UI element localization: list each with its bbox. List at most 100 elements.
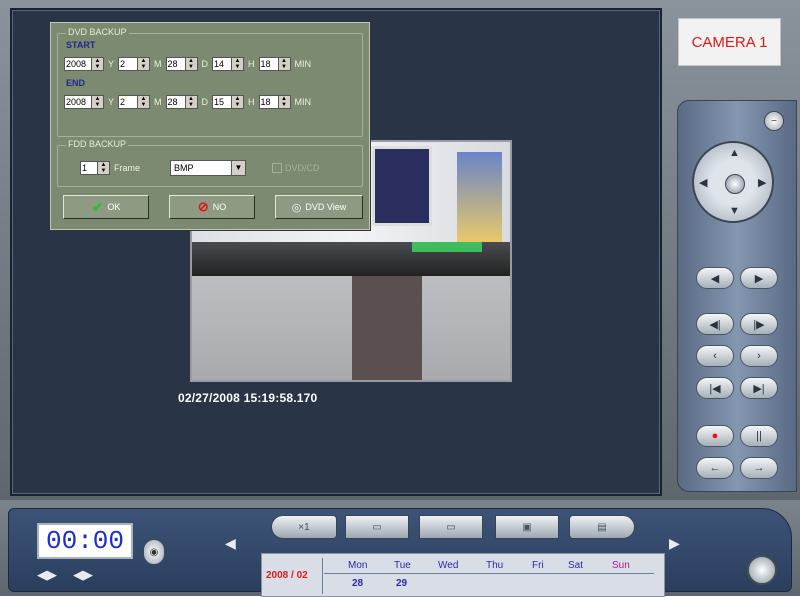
start-year-field[interactable]: 2008: [64, 57, 92, 71]
clock-hour-down-icon[interactable]: ◀▶: [37, 567, 57, 583]
calendar-header-sat: Sat: [568, 560, 584, 571]
print-button[interactable]: ▤: [569, 515, 635, 539]
hour-unit: H: [248, 97, 255, 107]
ptz-center-icon[interactable]: [725, 174, 745, 194]
step-forward-icon: |▶: [753, 318, 765, 331]
split-view-button[interactable]: ▭: [419, 515, 483, 539]
dvd-view-button[interactable]: ◎ DVD View: [275, 195, 363, 219]
end-year-spinner[interactable]: ▲ ▼: [92, 95, 104, 109]
calendar-day[interactable]: 28: [352, 578, 363, 589]
record-button[interactable]: ●: [696, 425, 734, 447]
start-year-spinner[interactable]: ▲ ▼: [92, 57, 104, 71]
disc-icon: ◎: [291, 201, 302, 214]
pause-icon: ||: [756, 430, 762, 442]
feed-window: [372, 146, 432, 226]
video-timestamp: 02/27/2008 15:19:58.170: [178, 391, 318, 405]
next-page-icon[interactable]: ▶: [669, 535, 680, 552]
feed-poster: [457, 152, 502, 242]
end-day-spinner[interactable]: ▲ ▼: [185, 95, 198, 109]
end-hour-field[interactable]: 15: [212, 95, 233, 109]
bottom-bar: 00:00 ◀▶ ◀▶ ◉ ◀ ×1 ▭ ▭ ▣ ▤ ▶ 2008 / 02 M…: [0, 500, 800, 597]
skip-end-button[interactable]: ▶|: [740, 377, 778, 399]
start-month-field[interactable]: 2: [118, 57, 139, 71]
play-button[interactable]: ▶: [740, 267, 778, 289]
jog-dial-icon[interactable]: [747, 555, 777, 585]
calendar-header-mon: Mon: [348, 560, 368, 571]
copy-button[interactable]: ▣: [495, 515, 559, 539]
step-back-icon: ◀|: [709, 318, 721, 331]
calendar-header-tue: Tue: [394, 560, 411, 571]
record-icon: ●: [711, 430, 719, 442]
year-unit: Y: [108, 59, 115, 69]
slow-back-button[interactable]: ‹: [696, 345, 734, 367]
slow-back-icon: ‹: [713, 350, 717, 362]
speed-label: ×1: [298, 521, 310, 533]
knob-icon[interactable]: ◉: [143, 539, 165, 565]
day-unit: D: [201, 97, 209, 107]
format-value: BMP: [170, 160, 232, 176]
ptz-dpad[interactable]: ▲ ▼ ◀ ▶: [692, 141, 774, 223]
start-day-spinner[interactable]: ▲ ▼: [185, 57, 198, 71]
calendar: 2008 / 02 Mon Tue Wed Thu Fri Sat Sun 28…: [261, 553, 665, 597]
calendar-header-line: [324, 573, 654, 574]
play-icon: ▶: [754, 272, 764, 285]
step-forward-button[interactable]: |▶: [740, 313, 778, 335]
frame-count-spinner[interactable]: ▲ ▼: [98, 161, 110, 175]
start-label: START: [66, 40, 96, 50]
end-day-field[interactable]: 28: [165, 95, 186, 109]
end-minute-field[interactable]: 18: [258, 95, 279, 109]
minus-icon[interactable]: −: [764, 111, 784, 131]
rewind-button[interactable]: ◀: [696, 267, 734, 289]
end-minute-spinner[interactable]: ▲ ▼: [278, 95, 291, 109]
start-minute-spinner[interactable]: ▲ ▼: [278, 57, 291, 71]
frame-count-row: 1 ▲ ▼ Frame: [80, 160, 144, 176]
end-hour-spinner[interactable]: ▲ ▼: [232, 95, 245, 109]
skip-end-icon: ▶|: [753, 382, 765, 395]
previous-page-icon[interactable]: ◀: [225, 535, 236, 552]
no-label: NO: [212, 202, 227, 212]
arrow-up-icon[interactable]: ▲: [729, 147, 740, 159]
single-view-button[interactable]: ▭: [345, 515, 409, 539]
split-view-icon: ▭: [446, 521, 456, 533]
feed-cabinet: [352, 276, 422, 380]
skip-start-button[interactable]: |◀: [696, 377, 734, 399]
dvd-cd-checkbox[interactable]: DVD/CD: [272, 163, 320, 173]
end-month-spinner[interactable]: ▲ ▼: [138, 95, 151, 109]
dvd-cd-label: DVD/CD: [285, 163, 320, 173]
start-hour-spinner[interactable]: ▲ ▼: [232, 57, 245, 71]
check-icon: ✔: [91, 198, 104, 215]
ok-button[interactable]: ✔ OK: [63, 195, 149, 219]
feed-light: [412, 242, 482, 252]
dvr-app: 02/27/2008 15:19:58.170 DVD BACKUP START…: [0, 0, 800, 597]
frame-count-field[interactable]: 1: [80, 161, 98, 175]
day-unit: D: [201, 59, 209, 69]
top-frame: 02/27/2008 15:19:58.170 DVD BACKUP START…: [0, 0, 800, 500]
feed-floor: [192, 276, 510, 380]
clock-minute-down-icon[interactable]: ◀▶: [73, 567, 93, 583]
arrow-right-icon[interactable]: ▶: [758, 176, 766, 189]
slow-forward-button[interactable]: ›: [740, 345, 778, 367]
chevron-down-icon[interactable]: ▼: [232, 160, 246, 176]
arrow-down-icon[interactable]: ▼: [729, 205, 740, 217]
speed-button[interactable]: ×1: [271, 515, 337, 539]
previous-button[interactable]: ←: [696, 457, 734, 479]
start-hour-field[interactable]: 14: [212, 57, 233, 71]
end-row: 2008 ▲ ▼ Y 2 ▲ ▼ M 28 ▲ ▼ D 15 ▲ ▼ H 18 ▲ ▼ MIN: [64, 94, 315, 110]
arrow-left-icon[interactable]: ◀: [699, 176, 707, 189]
calendar-header-sun: Sun: [612, 560, 630, 571]
start-month-spinner[interactable]: ▲ ▼: [138, 57, 151, 71]
start-minute-field[interactable]: 18: [258, 57, 279, 71]
calendar-day[interactable]: 29: [396, 578, 407, 589]
pause-button[interactable]: ||: [740, 425, 778, 447]
control-panel: − ▲ ▼ ◀ ▶ ◀ ▶ ◀| |▶ ‹ › |◀ ▶| ● || ← →: [677, 100, 797, 492]
arrow-left-icon: ←: [709, 462, 721, 474]
next-button[interactable]: →: [740, 457, 778, 479]
end-label: END: [66, 78, 86, 88]
end-month-field[interactable]: 2: [118, 95, 139, 109]
no-button[interactable]: ⊘ NO: [169, 195, 255, 219]
start-day-field[interactable]: 28: [165, 57, 186, 71]
format-select[interactable]: BMP ▼: [170, 160, 246, 176]
step-back-button[interactable]: ◀|: [696, 313, 734, 335]
checkbox-square: [272, 163, 282, 173]
end-year-field[interactable]: 2008: [64, 95, 92, 109]
